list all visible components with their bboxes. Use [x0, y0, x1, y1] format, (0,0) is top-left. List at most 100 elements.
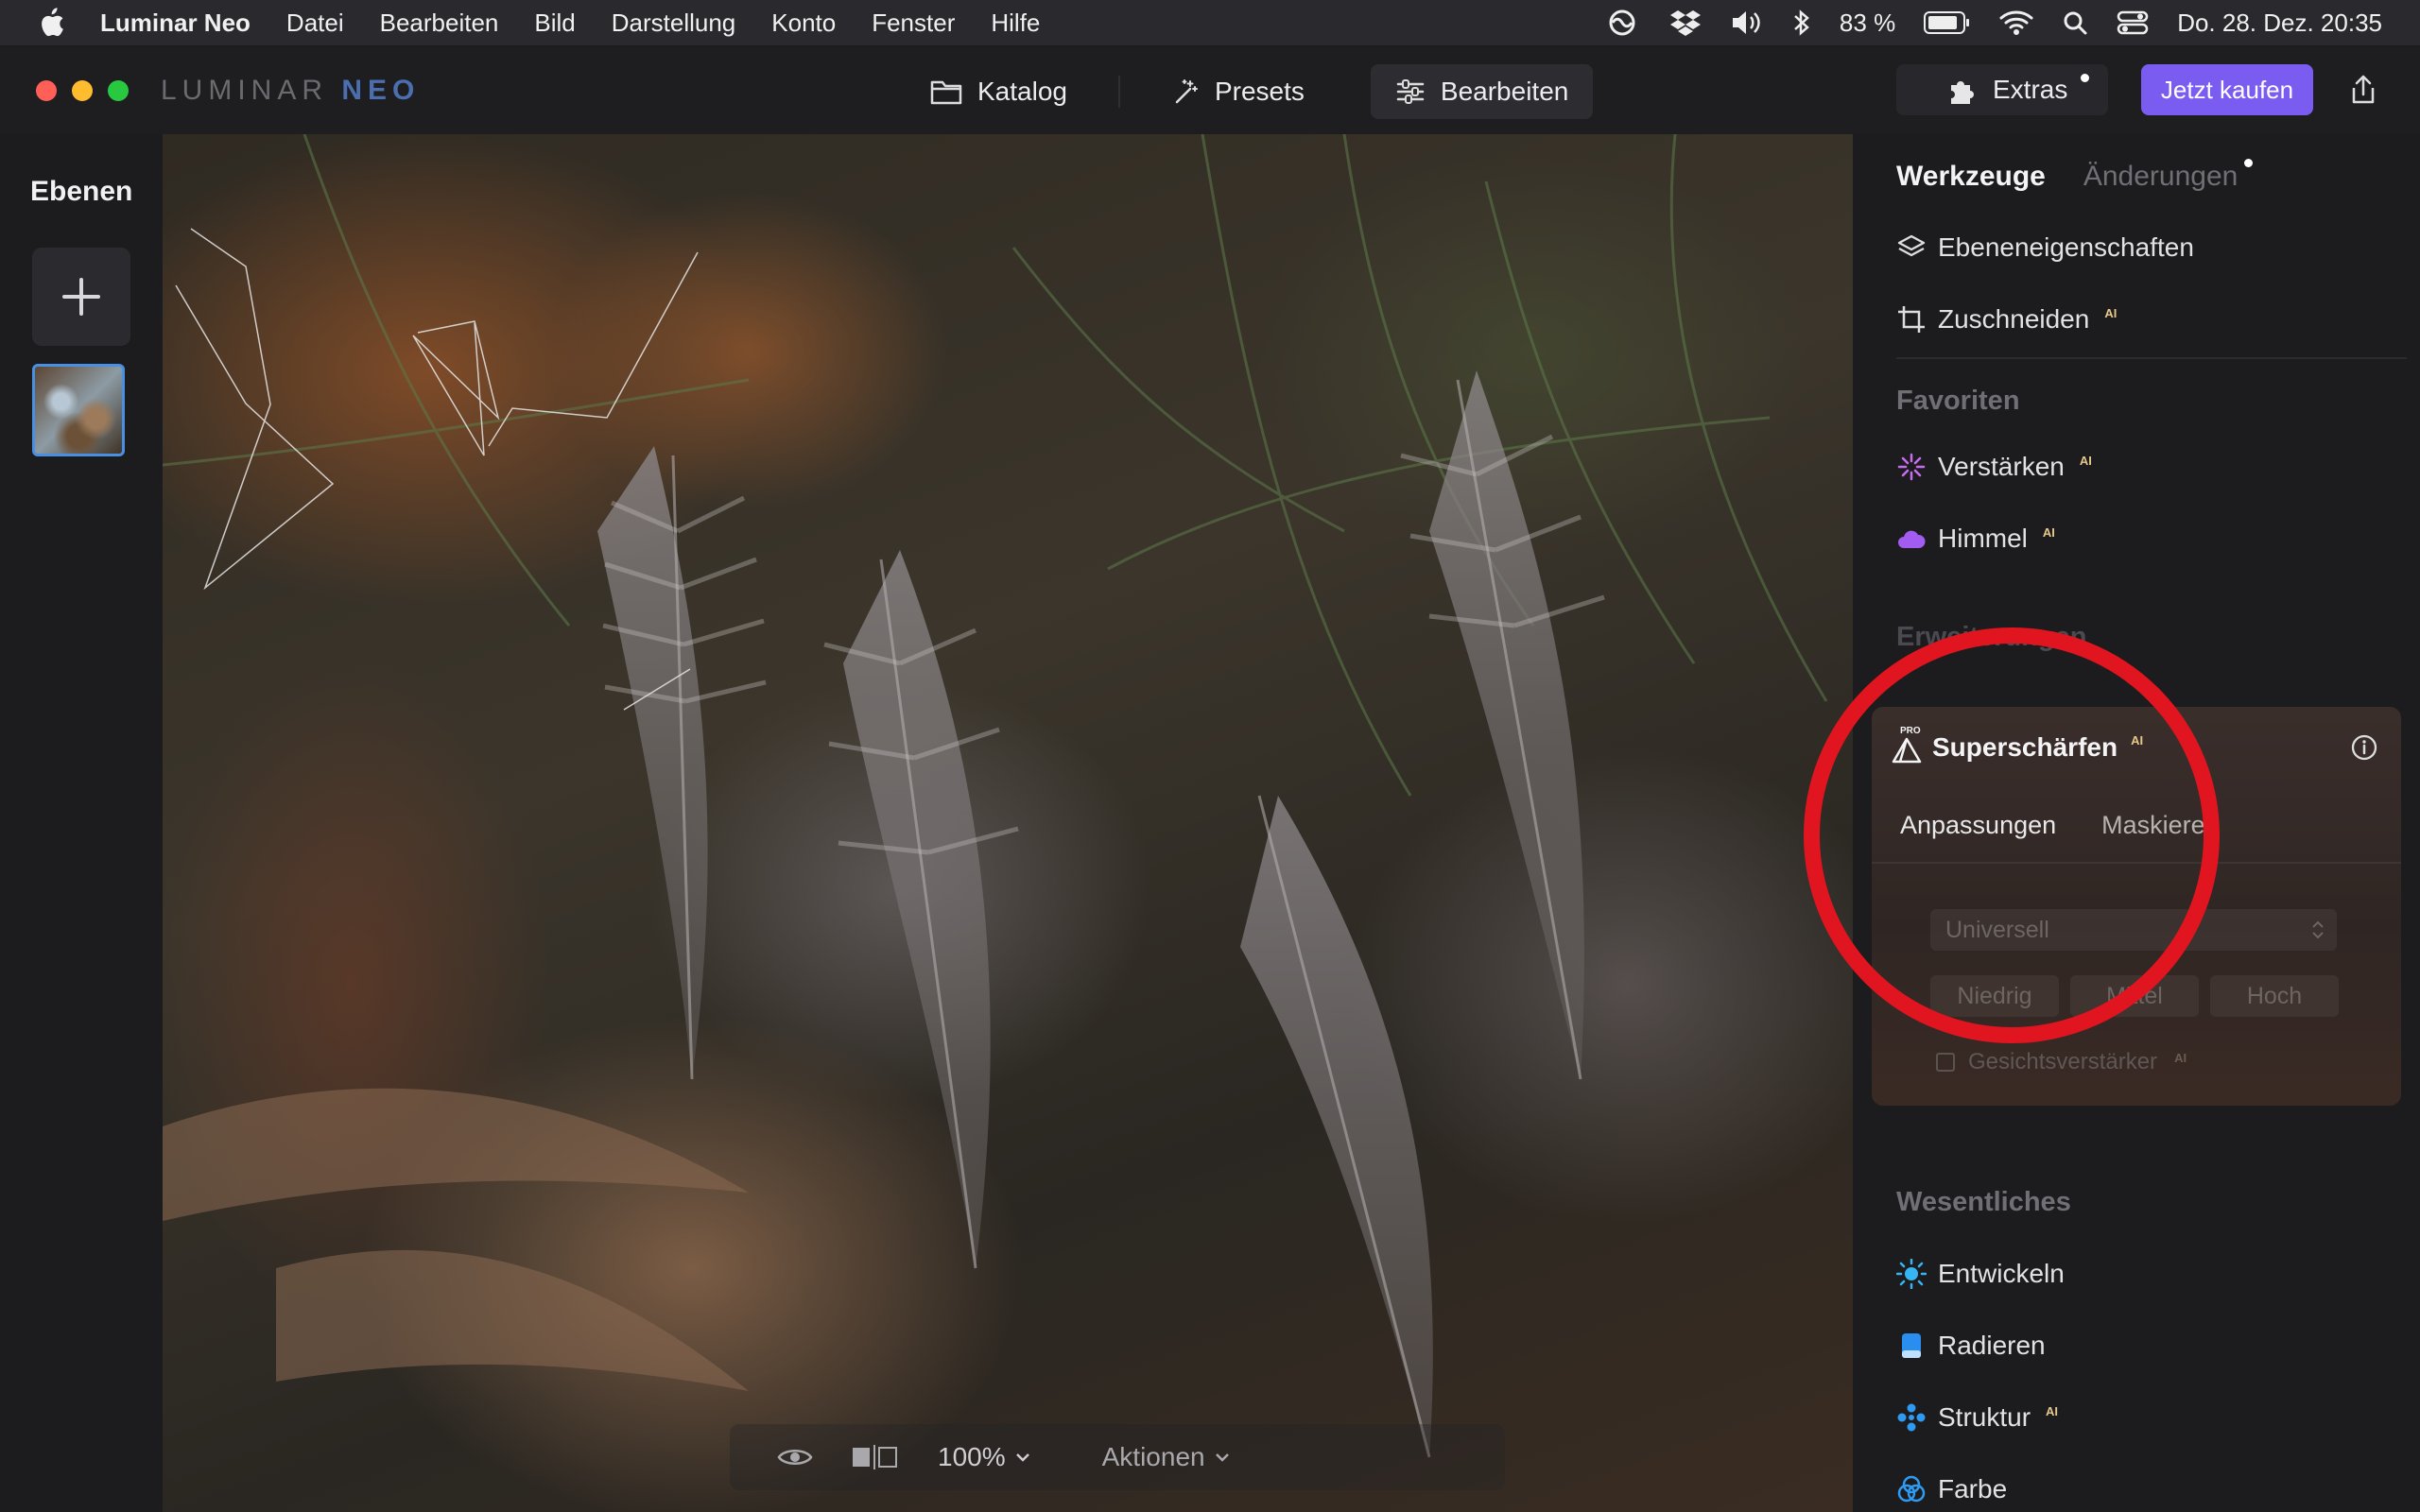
- creative-cloud-icon[interactable]: [1603, 9, 1641, 37]
- eye-icon[interactable]: [777, 1445, 813, 1469]
- zoom-window-button[interactable]: [108, 80, 129, 101]
- extras-button[interactable]: Extras: [1896, 64, 2108, 115]
- ai-badge: AI: [2104, 306, 2118, 320]
- chevron-down-icon: [1015, 1453, 1029, 1462]
- sparkle-icon: [1896, 452, 1927, 482]
- panel-tabs: Werkzeuge Änderungen: [1896, 159, 2254, 193]
- ai-badge: AI: [2174, 1051, 2187, 1065]
- menu-datei[interactable]: Datei: [286, 9, 344, 38]
- cloud-icon: [1896, 524, 1927, 554]
- control-center-icon[interactable]: [2117, 9, 2149, 36]
- share-icon[interactable]: [2348, 74, 2378, 106]
- wifi-icon[interactable]: [1999, 9, 2033, 36]
- ai-badge: AI: [2079, 454, 2092, 468]
- logo-accent: NEO: [341, 75, 421, 106]
- red-annotation-circle: [1804, 627, 2220, 1043]
- add-layer-button[interactable]: [32, 248, 130, 346]
- section-wesentliches: Wesentliches: [1896, 1187, 2071, 1217]
- tool-label: Verstärken: [1938, 452, 2065, 481]
- updown-chevron-icon: [2312, 920, 2324, 939]
- tool-label: Radieren: [1938, 1331, 2046, 1360]
- tab-bearbeiten[interactable]: Bearbeiten: [1370, 64, 1594, 119]
- face-enhancer-option[interactable]: Gesichtsverstärker AI: [1936, 1049, 2187, 1075]
- tool-himmel[interactable]: Himmel AI: [1896, 524, 2055, 554]
- folder-icon: [930, 80, 962, 105]
- compare-view-icon[interactable]: [851, 1445, 900, 1469]
- tab-bearbeiten-label: Bearbeiten: [1440, 77, 1569, 106]
- battery-percent: 83 %: [1839, 8, 1896, 37]
- logo-wordmark: LUMINAR: [161, 75, 329, 106]
- canvas-bottom-bar: 100% Aktionen: [730, 1424, 1505, 1490]
- menu-app-name[interactable]: Luminar Neo: [100, 9, 251, 38]
- tool-label: Ebeneneigenschaften: [1938, 232, 2194, 262]
- tool-zuschneiden[interactable]: Zuschneiden AI: [1896, 304, 2117, 335]
- mode-switcher: Katalog Presets Bearbeiten: [906, 64, 1594, 119]
- menu-bearbeiten[interactable]: Bearbeiten: [380, 9, 499, 38]
- info-icon[interactable]: [2350, 733, 2378, 762]
- tool-entwickeln[interactable]: Entwickeln: [1896, 1259, 2065, 1289]
- eraser-icon: [1896, 1331, 1927, 1361]
- tab-katalog[interactable]: Katalog: [906, 64, 1092, 119]
- tool-label: Farbe: [1938, 1474, 2008, 1503]
- menu-hilfe[interactable]: Hilfe: [991, 9, 1040, 38]
- changes-notification-dot: [2244, 159, 2254, 167]
- bluetooth-icon[interactable]: [1792, 9, 1811, 37]
- zoom-dropdown[interactable]: 100%: [938, 1442, 1030, 1472]
- tab-presets[interactable]: Presets: [1147, 64, 1329, 119]
- ai-badge: AI: [2042, 525, 2055, 540]
- minimize-window-button[interactable]: [72, 80, 93, 101]
- sliders-icon: [1396, 79, 1425, 104]
- buy-now-button[interactable]: Jetzt kaufen: [2141, 64, 2313, 115]
- menu-darstellung[interactable]: Darstellung: [612, 9, 736, 38]
- close-window-button[interactable]: [36, 80, 57, 101]
- color-circles-icon: [1896, 1474, 1927, 1504]
- mode-divider: [1117, 76, 1120, 108]
- app-toolbar: LUMINAR NEO Katalog Presets Bearbeiten E…: [0, 47, 2420, 134]
- actions-label: Aktionen: [1101, 1442, 1205, 1471]
- tool-ebeneneigenschaften[interactable]: Ebeneneigenschaften: [1896, 232, 2194, 263]
- actions-dropdown[interactable]: Aktionen: [1102, 1442, 1230, 1472]
- plus-icon: [62, 278, 100, 316]
- menu-fenster[interactable]: Fenster: [872, 9, 955, 38]
- tool-label: Struktur: [1938, 1402, 2031, 1432]
- tab-katalog-label: Katalog: [977, 77, 1067, 106]
- tab-aenderungen-label: Änderungen: [2083, 161, 2238, 192]
- tab-werkzeuge[interactable]: Werkzeuge: [1896, 161, 2046, 193]
- layers-title: Ebenen: [30, 176, 133, 207]
- macos-menubar: Luminar Neo Datei Bearbeiten Bild Darste…: [0, 0, 2420, 45]
- spotlight-search-icon[interactable]: [2062, 9, 2088, 36]
- window-controls: [36, 80, 129, 101]
- tool-radieren[interactable]: Radieren: [1896, 1331, 2046, 1361]
- apple-icon[interactable]: [38, 8, 68, 38]
- level-hoch-button[interactable]: Hoch: [2210, 975, 2339, 1017]
- app-logo: LUMINAR NEO: [161, 75, 420, 107]
- puzzle-icon: [1951, 81, 1974, 104]
- extras-label: Extras: [1993, 75, 2068, 104]
- battery-icon[interactable]: [1924, 10, 1971, 35]
- tool-verstaerken[interactable]: Verstärken AI: [1896, 452, 2092, 482]
- face-enhancer-checkbox[interactable]: [1936, 1053, 1955, 1072]
- tab-aenderungen[interactable]: Änderungen: [2083, 159, 2254, 193]
- tool-farbe[interactable]: Farbe: [1896, 1474, 2007, 1504]
- face-enhancer-label: Gesichtsverstärker: [1968, 1049, 2158, 1074]
- layer-thumbnail[interactable]: [32, 364, 125, 456]
- tool-label: Zuschneiden: [1938, 304, 2090, 334]
- sun-icon: [1896, 1259, 1927, 1289]
- layers-icon: [1896, 232, 1927, 263]
- fern-photo: [163, 134, 1828, 1458]
- extras-notification-dot: [2081, 74, 2089, 82]
- dropbox-icon[interactable]: [1669, 9, 1702, 37]
- tab-presets-label: Presets: [1214, 77, 1305, 106]
- menu-bild[interactable]: Bild: [534, 9, 575, 38]
- photo-canvas[interactable]: 100% Aktionen: [163, 134, 1853, 1512]
- layers-sidebar: Ebenen: [0, 134, 163, 1512]
- tool-struktur[interactable]: Struktur AI: [1896, 1402, 2058, 1433]
- magic-wand-icon: [1175, 79, 1198, 104]
- zoom-value: 100%: [938, 1442, 1006, 1471]
- crop-icon: [1896, 304, 1927, 335]
- menubar-clock[interactable]: Do. 28. Dez. 20:35: [2177, 9, 2382, 38]
- menu-konto[interactable]: Konto: [771, 9, 836, 38]
- tool-label: Entwickeln: [1938, 1259, 2065, 1288]
- structure-icon: [1896, 1402, 1927, 1433]
- volume-icon[interactable]: [1730, 9, 1764, 37]
